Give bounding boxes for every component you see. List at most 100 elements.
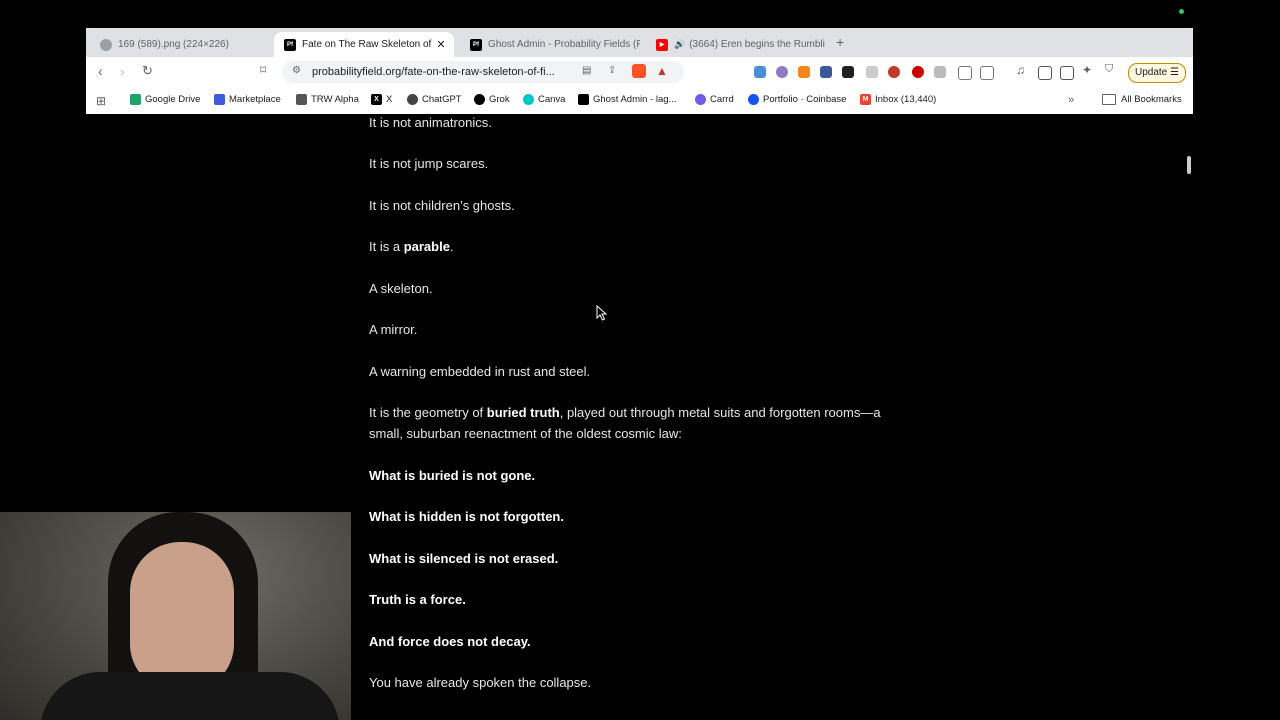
tab-title: Fate on The Raw Skeleton of F xyxy=(302,39,434,50)
bookmark-label: Google Drive xyxy=(145,94,201,105)
wallet-icon[interactable] xyxy=(1060,66,1074,80)
text-span: It is a xyxy=(369,239,404,254)
bookmark-label: Carrd xyxy=(710,94,734,105)
new-tab-button[interactable]: + xyxy=(836,34,844,50)
text-span: It is the geometry of xyxy=(369,405,487,420)
vpn-icon[interactable]: ⛉ xyxy=(1105,63,1113,76)
extension-icon[interactable] xyxy=(776,66,788,78)
back-icon[interactable]: ‹ xyxy=(98,63,103,79)
status-indicator-dot xyxy=(1179,9,1184,14)
apps-grid-icon[interactable]: ⊞ xyxy=(96,94,106,108)
sidebar-icon[interactable] xyxy=(1038,66,1052,80)
bookmark-label: Canva xyxy=(538,94,566,105)
folder-icon xyxy=(1102,94,1116,105)
site-favicon-icon: Pf xyxy=(470,38,482,51)
extension-icon[interactable] xyxy=(888,66,900,78)
more-bookmarks-icon[interactable]: » xyxy=(1068,94,1074,106)
brave-rewards-icon[interactable]: ▲ xyxy=(656,64,668,78)
article-bold-line: What is silenced is not erased. xyxy=(369,548,909,569)
bookmark-x[interactable]: XX xyxy=(371,94,392,105)
article-paragraph: You have already spoken the collapse. xyxy=(369,675,592,690)
reader-mode-icon[interactable]: ▤ xyxy=(582,65,591,76)
carrd-icon xyxy=(695,94,706,105)
tab-image[interactable]: 169 (589).png (224×226) xyxy=(90,32,270,57)
gmail-icon: M xyxy=(860,94,871,105)
bookmark-coinbase[interactable]: Portfolio · Coinbase xyxy=(748,94,846,105)
bookmark-inbox[interactable]: M Inbox (13,440) xyxy=(860,94,936,105)
url-text[interactable]: probabilityfield.org/fate-on-the-raw-ske… xyxy=(312,66,555,78)
music-icon[interactable]: ♫ xyxy=(1016,63,1025,77)
forward-icon[interactable]: › xyxy=(120,63,125,79)
bookmark-label: Grok xyxy=(489,94,510,105)
bookmark-label: X xyxy=(386,94,393,105)
update-button[interactable]: Update ☰ xyxy=(1128,63,1186,83)
webcam-overlay xyxy=(0,512,351,720)
tab-title: Ghost Admin - Probability Fields (P xyxy=(488,39,640,50)
bookmark-label: Inbox (13,440) xyxy=(875,94,937,105)
article-paragraph: It is the geometry of buried truth, play… xyxy=(369,402,909,444)
site-settings-icon[interactable]: ⚙ xyxy=(292,65,301,76)
metamask-icon[interactable] xyxy=(798,66,810,78)
trw-icon xyxy=(296,94,307,105)
bookmark-label: Portfolio · Coinbase xyxy=(763,94,847,105)
close-tab-icon[interactable]: ✕ xyxy=(434,38,448,51)
article-bold-line: And force does not decay. xyxy=(369,631,909,652)
tab-title: 169 (589).png (224×226) xyxy=(118,39,229,50)
bold-text: What is silenced is not erased. xyxy=(369,551,559,566)
mouse-cursor-icon xyxy=(596,305,608,321)
bold-text: parable xyxy=(403,239,450,254)
extension-icon[interactable] xyxy=(754,66,766,78)
bookmark-grok[interactable]: Grok xyxy=(474,94,510,105)
article-paragraph: A warning embedded in rust and steel. xyxy=(369,364,591,379)
article-paragraph: A skeleton. xyxy=(369,281,433,296)
bookmark-ghost-admin[interactable]: Ghost Admin - lag... xyxy=(578,94,676,105)
bookmark-carrd[interactable]: Carrd xyxy=(695,94,734,105)
bookmark-chatgpt[interactable]: ChatGPT xyxy=(407,94,462,105)
brave-shields-icon[interactable] xyxy=(632,64,646,78)
extension-icon[interactable] xyxy=(842,66,854,78)
menu-icon: ☰ xyxy=(1170,67,1179,78)
tab-title: (3664) Eren begins the Rumbli xyxy=(689,39,825,50)
bookmark-label: ChatGPT xyxy=(422,94,462,105)
screenshot-icon[interactable] xyxy=(980,66,994,80)
shield-icon[interactable] xyxy=(934,66,946,78)
bold-text: Truth is a force. xyxy=(369,592,466,607)
opera-icon[interactable] xyxy=(912,66,924,78)
bold-text: buried truth xyxy=(486,405,560,420)
text-span: . xyxy=(449,239,454,254)
chatgpt-icon xyxy=(407,94,418,105)
extension-icon[interactable] xyxy=(820,66,832,78)
tab-ghost-admin[interactable]: Pf Ghost Admin - Probability Fields (P xyxy=(460,32,640,57)
bookmark-label: Marketplace xyxy=(229,94,281,105)
grok-icon xyxy=(474,94,485,105)
article-paragraph: It is not animatronics. xyxy=(369,115,492,130)
scrollbar-thumb[interactable] xyxy=(1187,156,1191,174)
reload-icon[interactable]: ↻ xyxy=(142,63,153,79)
canva-icon xyxy=(523,94,534,105)
bookmark-trw-alpha[interactable]: TRW Alpha xyxy=(296,94,359,105)
all-bookmarks-button[interactable]: All Bookmarks xyxy=(1102,94,1182,105)
leo-ai-icon[interactable]: ✦ xyxy=(1082,63,1092,77)
puzzle-icon[interactable] xyxy=(958,66,972,80)
bookmark-label: Ghost Admin - lag... xyxy=(593,94,677,105)
toolbar: ‹ › ↻ ⌑ ⚙ probabilityfield.org/fate-on-t… xyxy=(86,57,1193,87)
google-drive-icon xyxy=(130,94,141,105)
pencil-icon[interactable] xyxy=(866,66,878,78)
tab-article[interactable]: Pf Fate on The Raw Skeleton of F ✕ xyxy=(274,32,454,57)
bold-text: And force does not decay. xyxy=(369,634,531,649)
site-favicon-icon: Pf xyxy=(284,38,296,51)
bookmark-marketplace[interactable]: Marketplace xyxy=(214,94,281,105)
article-bold-line: What is buried is not gone. xyxy=(369,465,909,486)
share-icon[interactable]: ⇪ xyxy=(608,65,616,76)
youtube-icon: ▶ xyxy=(656,38,668,51)
bookmark-canva[interactable]: Canva xyxy=(523,94,565,105)
bookmark-google-drive[interactable]: Google Drive xyxy=(130,94,200,105)
tab-youtube[interactable]: ▶ 🔊 (3664) Eren begins the Rumbli xyxy=(646,32,826,57)
article-paragraph: A mirror. xyxy=(369,322,418,337)
article-bold-line: Truth is a force. xyxy=(369,589,909,610)
bold-text: What is buried is not gone. xyxy=(369,468,536,483)
person-body xyxy=(40,672,340,720)
article-paragraph: It is not children’s ghosts. xyxy=(369,198,515,213)
address-bar[interactable]: ⚙ probabilityfield.org/fate-on-the-raw-s… xyxy=(282,61,684,83)
bookmark-icon[interactable]: ⌑ xyxy=(260,63,266,77)
